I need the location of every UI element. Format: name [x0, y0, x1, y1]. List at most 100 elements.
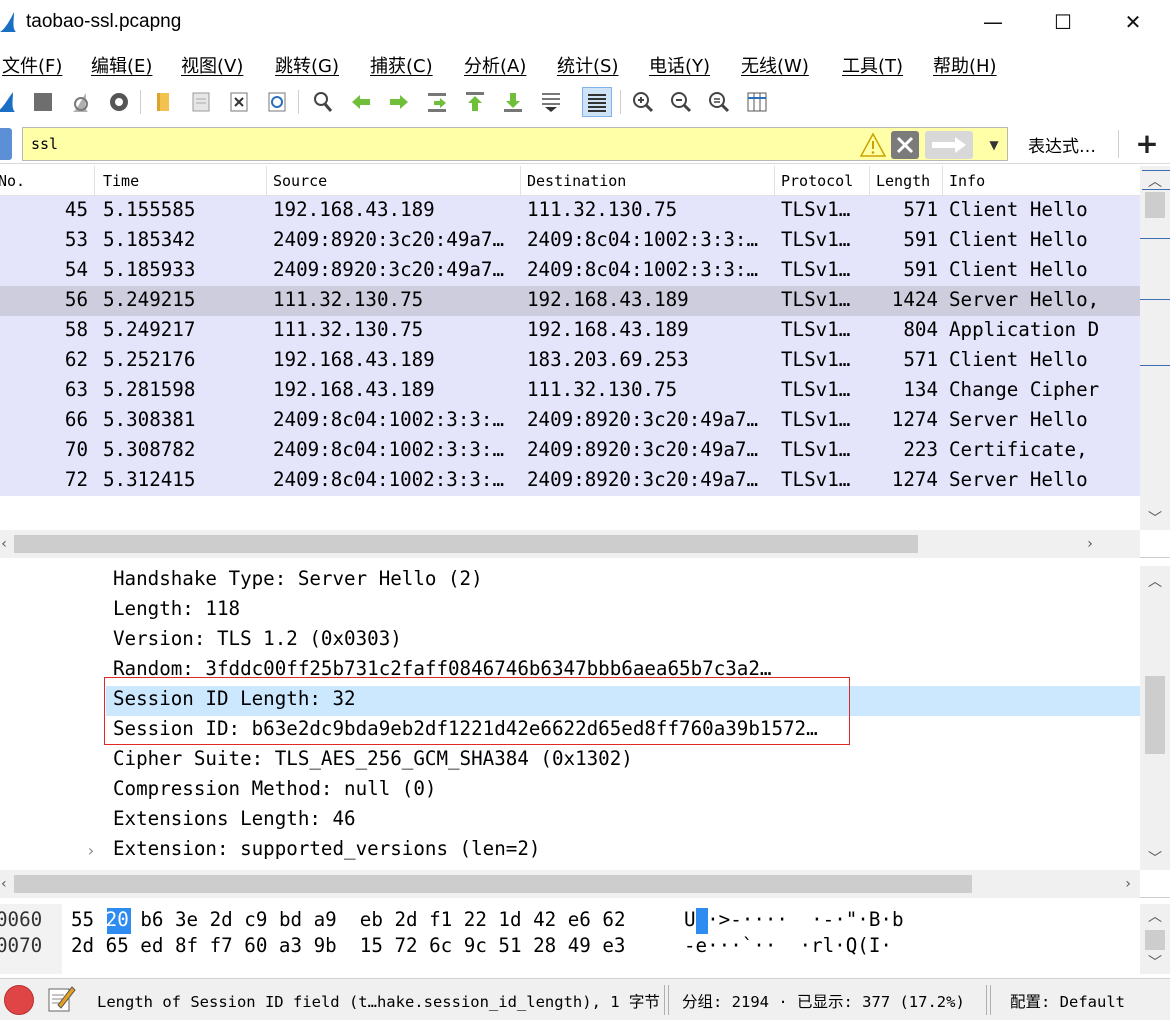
hex-row[interactable]: 55 20 b6 3e 2d c9 bd a9 eb 2d f1 22 1d 4…	[71, 908, 626, 934]
ascii-row[interactable]: -e···`·· ·rl·Q(I·	[684, 934, 892, 960]
capture-options-icon[interactable]	[104, 87, 134, 117]
details-vertical-scrollbar[interactable]: ︿ ﹀	[1140, 566, 1170, 870]
chevron-right-icon[interactable]: ›	[86, 841, 96, 860]
column-header-no[interactable]: No.	[0, 166, 95, 196]
start-capture-icon[interactable]	[0, 87, 22, 117]
scroll-left-icon[interactable]: ‹	[0, 534, 14, 554]
hex-row[interactable]: 2d 65 ed 8f f7 60 a3 9b 15 72 6c 9c 51 2…	[71, 934, 626, 960]
packet-row[interactable]: 58 5.249217 111.32.130.75 192.168.43.189 TLS…	[0, 316, 1140, 346]
normal-size-icon[interactable]	[704, 87, 734, 117]
scroll-up-icon[interactable]: ︿	[1145, 171, 1165, 191]
display-filter-input[interactable]: ssl ▼	[22, 127, 1008, 161]
packet-row[interactable]: 54 5.185933 2409:8920:3c20:49a7… 2409:8c04:…	[0, 256, 1140, 286]
menu-wireless[interactable]: 无线(W)	[741, 52, 809, 78]
open-file-icon[interactable]	[148, 87, 178, 117]
apply-filter-arrow-icon[interactable]	[925, 131, 973, 159]
restart-capture-icon[interactable]	[66, 87, 96, 117]
packet-row[interactable]: 53 5.185342 2409:8920:3c20:49a7… 2409:8c04:…	[0, 226, 1140, 256]
scroll-right-icon[interactable]: ›	[1080, 534, 1100, 554]
menu-telephony[interactable]: 电话(Y)	[649, 52, 710, 78]
packet-row[interactable]: 70 5.308782 2409:8c04:1002:3:3:… 2409:8920:…	[0, 436, 1140, 466]
menu-analyze[interactable]: 分析(A)	[464, 52, 526, 78]
packet-list-horizontal-scrollbar[interactable]: ‹ ›	[0, 530, 1140, 558]
close-file-icon[interactable]	[224, 87, 254, 117]
detail-handshake-type[interactable]: Handshake Type: Server Hello (2)	[113, 567, 483, 597]
scroll-thumb[interactable]	[14, 535, 918, 553]
detail-extensions-length[interactable]: Extensions Length: 46	[113, 807, 356, 837]
expert-info-icon[interactable]	[4, 985, 34, 1015]
ascii-bytes: U	[684, 908, 696, 931]
row-info: Client Hello	[949, 258, 1088, 281]
detail-version[interactable]: Version: TLS 1.2 (0x0303)	[113, 627, 402, 657]
colorize-icon[interactable]	[582, 87, 612, 117]
scroll-down-icon[interactable]: ﹀	[1145, 952, 1165, 972]
scroll-down-icon[interactable]: ﹀	[1145, 848, 1165, 868]
close-button[interactable]: ✕	[1098, 0, 1168, 44]
column-header-source[interactable]: Source	[267, 166, 521, 196]
packet-row[interactable]: 56 5.249215 111.32.130.75 192.168.43.189 TLS…	[0, 286, 1140, 316]
packet-row[interactable]: 45 5.155585 192.168.43.189 111.32.130.75 TLS…	[0, 196, 1140, 226]
zoom-in-icon[interactable]	[628, 87, 658, 117]
packet-list-vertical-scrollbar[interactable]: ︿ ﹀	[1140, 166, 1170, 530]
scroll-left-icon[interactable]: ‹	[0, 874, 14, 894]
minimize-button[interactable]: —	[958, 0, 1028, 44]
hex-selected-byte[interactable]: 20	[106, 908, 129, 931]
save-file-icon[interactable]	[186, 87, 216, 117]
clear-filter-icon[interactable]	[891, 131, 919, 159]
filter-bookmark-icon[interactable]	[0, 128, 12, 160]
menu-file[interactable]: 文件(F)	[2, 52, 62, 78]
scroll-up-icon[interactable]: ︿	[1145, 906, 1165, 926]
status-profile[interactable]: 配置: Default	[1010, 990, 1125, 1012]
column-header-time[interactable]: Time	[97, 166, 267, 196]
go-back-icon[interactable]	[346, 87, 376, 117]
packet-row[interactable]: 72 5.312415 2409:8c04:1002:3:3:… 2409:8920:…	[0, 466, 1140, 496]
scroll-down-icon[interactable]: ﹀	[1145, 508, 1165, 528]
packet-row[interactable]: 63 5.281598 192.168.43.189 111.32.130.75 TLS…	[0, 376, 1140, 406]
stop-capture-icon[interactable]	[28, 87, 58, 117]
packet-row[interactable]: 62 5.252176 192.168.43.189 183.203.69.253 TL…	[0, 346, 1140, 376]
bytes-vertical-scrollbar[interactable]: ︿ ﹀	[1140, 904, 1170, 974]
column-header-protocol[interactable]: Protocol	[775, 166, 870, 196]
menu-statistics[interactable]: 统计(S)	[557, 52, 618, 78]
last-packet-icon[interactable]	[498, 87, 528, 117]
column-header-length[interactable]: Length	[870, 166, 943, 196]
menu-help[interactable]: 帮助(H)	[933, 52, 997, 78]
maximize-button[interactable]: ☐	[1028, 0, 1098, 44]
scroll-right-icon[interactable]: ›	[1118, 874, 1138, 894]
menu-capture[interactable]: 捕获(C)	[370, 52, 433, 78]
row-protocol: TLSv1…	[781, 408, 851, 431]
reload-file-icon[interactable]	[262, 87, 292, 117]
row-time: 5.249217	[103, 318, 196, 341]
menu-edit[interactable]: 编辑(E)	[91, 52, 152, 78]
column-header-destination[interactable]: Destination	[521, 166, 775, 196]
expression-button[interactable]: 表达式…	[1028, 132, 1096, 157]
scroll-thumb[interactable]	[14, 875, 972, 893]
detail-compression-method[interactable]: Compression Method: null (0)	[113, 777, 436, 807]
detail-length[interactable]: Length: 118	[113, 597, 240, 627]
add-filter-button[interactable]: +	[1132, 126, 1162, 160]
scroll-up-icon[interactable]: ︿	[1145, 571, 1165, 591]
zoom-out-icon[interactable]	[666, 87, 696, 117]
column-header-info[interactable]: Info	[943, 166, 1140, 196]
auto-scroll-icon[interactable]	[536, 87, 566, 117]
ascii-selected-byte[interactable]	[696, 908, 708, 931]
ascii-row[interactable]: U ·>-···· ·-·"·B·b	[684, 908, 904, 934]
scroll-thumb[interactable]	[1145, 930, 1165, 950]
find-packet-icon[interactable]	[308, 87, 338, 117]
details-horizontal-scrollbar[interactable]: ‹ ›	[0, 870, 1140, 898]
detail-extension-supported-versions[interactable]: Extension: supported_versions (len=2)	[113, 837, 540, 867]
capture-comment-icon[interactable]	[46, 983, 76, 1015]
first-packet-icon[interactable]	[460, 87, 490, 117]
resize-columns-icon[interactable]	[742, 87, 772, 117]
go-forward-icon[interactable]	[384, 87, 414, 117]
scroll-thumb[interactable]	[1145, 192, 1165, 218]
chevron-down-icon[interactable]: ▼	[983, 133, 1005, 157]
packet-row[interactable]: 66 5.308381 2409:8c04:1002:3:3:… 2409:8920:…	[0, 406, 1140, 436]
detail-random[interactable]: Random: 3fddc00ff25b731c2faff0846746b634…	[113, 657, 771, 677]
menu-tools[interactable]: 工具(T)	[842, 52, 903, 78]
detail-cipher-suite[interactable]: Cipher Suite: TLS_AES_256_GCM_SHA384 (0x…	[113, 747, 633, 777]
menu-go[interactable]: 跳转(G)	[275, 52, 339, 78]
scroll-thumb[interactable]	[1145, 676, 1165, 754]
menu-view[interactable]: 视图(V)	[181, 52, 243, 78]
go-to-packet-icon[interactable]	[422, 87, 452, 117]
